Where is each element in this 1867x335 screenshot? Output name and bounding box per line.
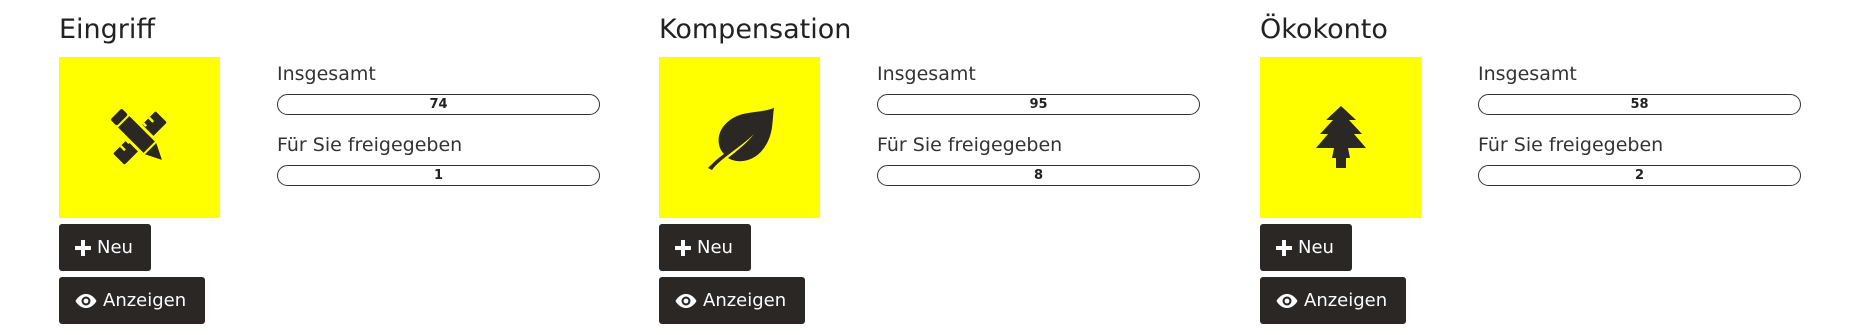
show-button-label: Anzeigen <box>103 290 187 311</box>
leaf-icon <box>707 107 774 170</box>
card-title: Eingriff <box>59 14 156 45</box>
card-eingriff: Eingriff Insgesamt 74 Für Sie freigegebe… <box>59 0 619 335</box>
icon-tile <box>59 57 220 218</box>
shared-value: 8 <box>877 165 1200 186</box>
eye-icon <box>675 293 697 309</box>
card-kompensation: Kompensation Insgesamt 95 Für Sie freige… <box>659 0 1219 335</box>
show-button-label: Anzeigen <box>1304 290 1388 311</box>
show-button-label: Anzeigen <box>703 290 787 311</box>
card-oekokonto: Ökokonto Insgesamt 58 Für Sie freigegebe… <box>1260 0 1820 335</box>
total-label: Insgesamt <box>877 63 976 85</box>
pencil-ruler-icon <box>109 107 170 168</box>
plus-icon <box>1276 239 1292 256</box>
show-button[interactable]: Anzeigen <box>659 277 805 324</box>
total-label: Insgesamt <box>277 63 376 85</box>
dashboard: Eingriff Insgesamt 74 Für Sie freigegebe… <box>0 0 1867 335</box>
total-value: 58 <box>1478 94 1801 115</box>
new-button[interactable]: Neu <box>659 224 751 271</box>
new-button[interactable]: Neu <box>1260 224 1352 271</box>
plus-icon <box>675 239 691 256</box>
shared-label: Für Sie freigegeben <box>277 134 463 156</box>
total-value: 74 <box>277 94 600 115</box>
plus-icon <box>75 239 91 256</box>
new-button[interactable]: Neu <box>59 224 151 271</box>
new-button-label: Neu <box>697 237 733 258</box>
shared-label: Für Sie freigegeben <box>877 134 1063 156</box>
icon-tile <box>1260 57 1421 218</box>
show-button[interactable]: Anzeigen <box>1260 277 1406 324</box>
new-button-label: Neu <box>97 237 133 258</box>
total-label: Insgesamt <box>1478 63 1577 85</box>
show-button[interactable]: Anzeigen <box>59 277 205 324</box>
shared-value: 1 <box>277 165 600 186</box>
new-button-label: Neu <box>1298 237 1334 258</box>
total-value: 95 <box>877 94 1200 115</box>
card-title: Kompensation <box>659 14 852 45</box>
eye-icon <box>1276 293 1298 309</box>
shared-value: 2 <box>1478 165 1801 186</box>
eye-icon <box>75 293 97 309</box>
icon-tile <box>659 57 820 218</box>
shared-label: Für Sie freigegeben <box>1478 134 1664 156</box>
card-title: Ökokonto <box>1260 14 1388 45</box>
tree-icon <box>1315 105 1366 168</box>
